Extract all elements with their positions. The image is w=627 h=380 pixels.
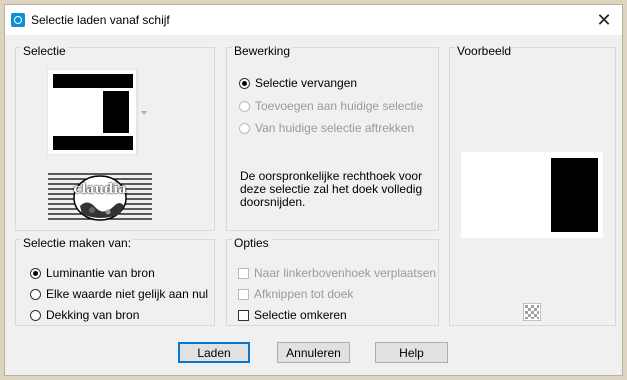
radio-subtract-from-selection[interactable]: Van huidige selectie aftrekken bbox=[239, 121, 414, 135]
checkbox-clip-to-canvas-box[interactable] bbox=[238, 288, 249, 300]
help-button[interactable]: Help bbox=[375, 342, 448, 363]
close-button[interactable]: ✕ bbox=[586, 5, 622, 35]
radio-luminance-source-indicator[interactable] bbox=[30, 267, 41, 279]
title-bar: Selectie laden vanaf schijf ✕ bbox=[5, 5, 622, 35]
maken-van-group: Selectie maken van: Luminantie van bron … bbox=[15, 236, 215, 326]
dialog-window: Selectie laden vanaf schijf ✕ Selectie c… bbox=[4, 4, 623, 376]
selectie-group-title: Selectie bbox=[21, 44, 68, 58]
radio-nonzero-value-label: Elke waarde niet gelijk aan nul bbox=[46, 287, 209, 301]
opties-group: Opties Naar linkerbovenhoek verplaatsen … bbox=[226, 236, 439, 326]
bewerking-group-title: Bewerking bbox=[232, 44, 293, 58]
radio-source-opacity-label: Dekking van bron bbox=[46, 308, 140, 322]
checkbox-move-to-top-left-label: Naar linkerbovenhoek verplaatsen bbox=[254, 266, 437, 280]
selection-thumbnail-dropdown[interactable] bbox=[46, 68, 147, 156]
radio-replace-selection-label: Selectie vervangen bbox=[255, 76, 358, 90]
checkbox-clip-to-canvas-label: Afknippen tot doek bbox=[254, 287, 354, 301]
app-icon bbox=[11, 13, 25, 27]
cancel-button[interactable]: Annuleren bbox=[277, 342, 350, 363]
voorbeeld-group: Voorbeeld bbox=[449, 44, 616, 326]
radio-nonzero-value[interactable]: Elke waarde niet gelijk aan nul bbox=[30, 287, 208, 301]
radio-source-opacity-indicator[interactable] bbox=[30, 309, 41, 321]
checkbox-invert-selection-box[interactable] bbox=[238, 309, 249, 321]
radio-replace-selection[interactable]: Selectie vervangen bbox=[239, 76, 357, 90]
radio-add-to-selection-indicator[interactable] bbox=[239, 100, 250, 112]
checkbox-invert-selection[interactable]: Selectie omkeren bbox=[238, 308, 347, 322]
bewerking-group: Bewerking Selectie vervangen Toevoegen a… bbox=[226, 44, 439, 231]
radio-nonzero-value-indicator[interactable] bbox=[30, 288, 41, 300]
voorbeeld-group-title: Voorbeeld bbox=[455, 44, 514, 58]
window-title: Selectie laden vanaf schijf bbox=[31, 13, 170, 27]
radio-subtract-from-selection-label: Van huidige selectie aftrekken bbox=[255, 121, 415, 135]
radio-luminance-source[interactable]: Luminantie van bron bbox=[30, 266, 155, 280]
checkbox-move-to-top-left[interactable]: Naar linkerbovenhoek verplaatsen bbox=[238, 266, 436, 280]
chevron-down-icon bbox=[141, 111, 147, 115]
radio-luminance-source-label: Luminantie van bron bbox=[46, 266, 155, 280]
radio-subtract-from-selection-indicator[interactable] bbox=[239, 122, 250, 134]
load-button[interactable]: Laden bbox=[178, 342, 250, 363]
radio-add-to-selection-label: Toevoegen aan huidige selectie bbox=[255, 99, 424, 113]
checkbox-clip-to-canvas[interactable]: Afknippen tot doek bbox=[238, 287, 353, 301]
logo-thumbnail: claudia bbox=[48, 170, 152, 222]
selection-preview-thumbnail bbox=[46, 68, 147, 156]
preview-canvas bbox=[461, 152, 603, 238]
checkbox-invert-selection-label: Selectie omkeren bbox=[254, 308, 347, 322]
maken-van-group-title: Selectie maken van: bbox=[21, 236, 134, 250]
logo-lettering: claudia bbox=[73, 182, 127, 197]
radio-replace-selection-indicator[interactable] bbox=[239, 77, 250, 89]
checkerboard-icon[interactable] bbox=[523, 303, 541, 321]
checkbox-move-to-top-left-box[interactable] bbox=[238, 267, 249, 279]
selectie-group: Selectie claudia bbox=[15, 44, 215, 231]
radio-add-to-selection[interactable]: Toevoegen aan huidige selectie bbox=[239, 99, 423, 113]
radio-source-opacity[interactable]: Dekking van bron bbox=[30, 308, 139, 322]
operation-note: De oorspronkelijke rechthoek voor deze s… bbox=[240, 169, 423, 209]
opties-group-title: Opties bbox=[232, 236, 271, 250]
